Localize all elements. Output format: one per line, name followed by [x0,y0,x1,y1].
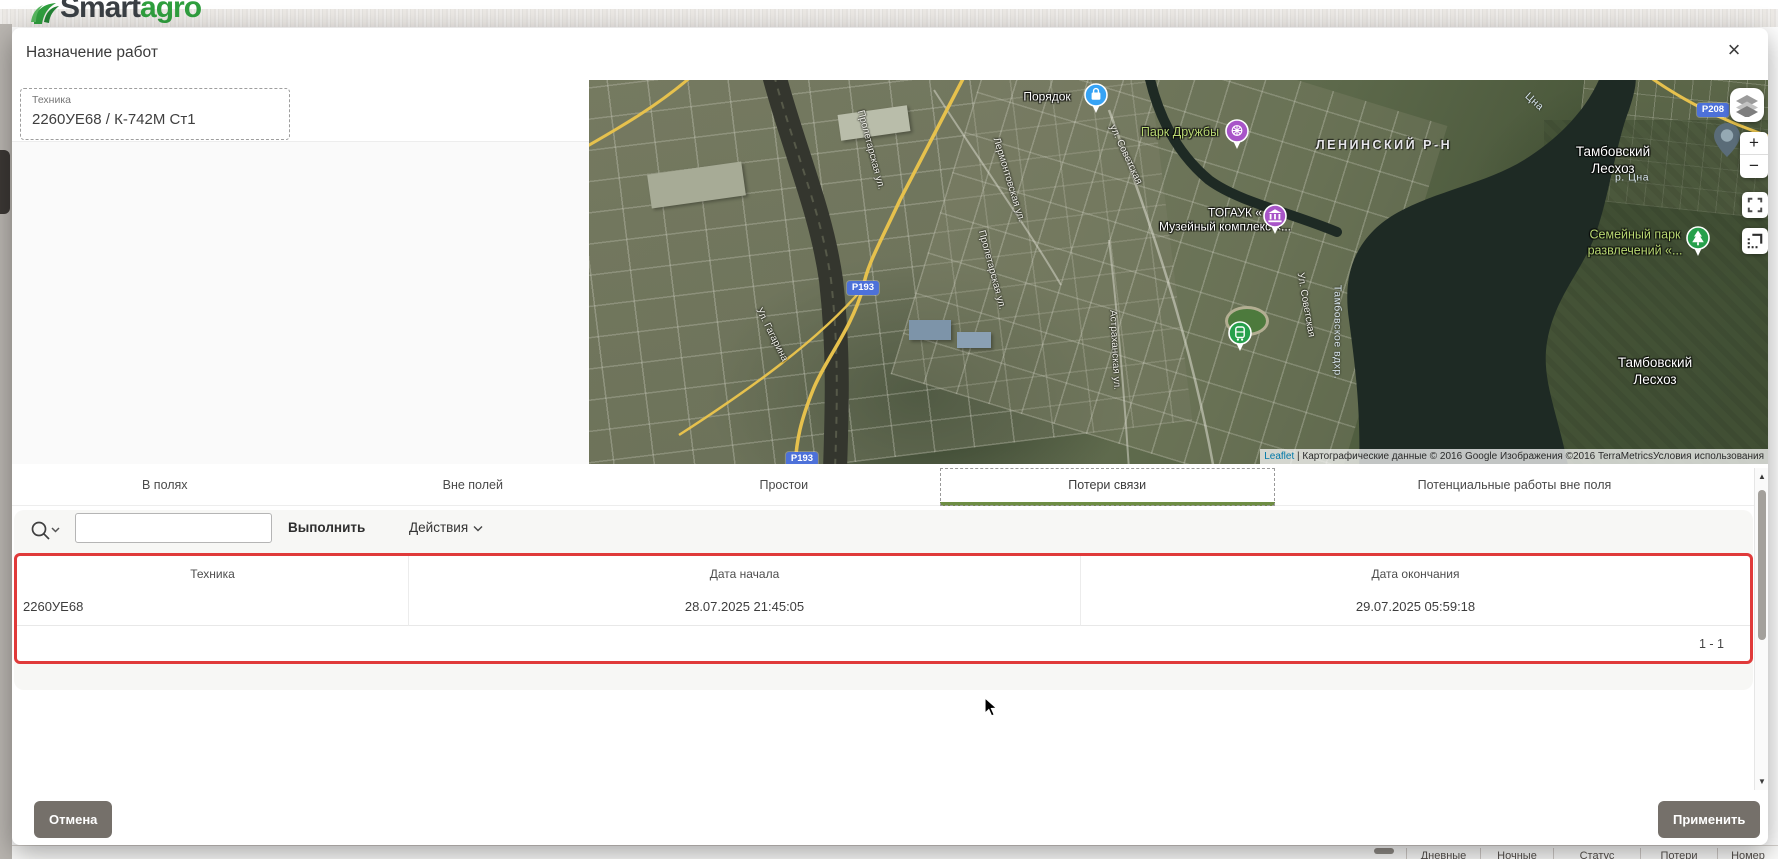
table-header-row: Техника Дата начала Дата окончания [17,556,1750,592]
background-table-header-strip: Дневные Ночные Статус Потери Номер [12,845,1778,859]
layers-icon [1736,95,1758,117]
column-header: Техника [17,556,409,592]
pagination-label: 1 - 1 [1698,637,1724,651]
logo-text-smart: Smart [60,0,141,24]
attribution-terms-link[interactable]: Условия использования [1653,451,1764,462]
equipment-field-label: Техника [32,94,72,106]
table-row[interactable]: 2260УЕ68 28.07.2025 21:45:05 29.07.2025 05… [17,592,1750,626]
map-roads-water-layer [589,80,1768,464]
fullscreen-icon [1747,197,1763,213]
scrollbar-up-arrow[interactable]: ▲ [1755,472,1768,481]
overview-icon [1747,233,1763,249]
table-cell: 2260УЕ68 [17,592,409,626]
road-badge: Р208 [1696,103,1730,117]
tab-content-panel: Выполнить Действия Техника Дата начала Дат… [14,510,1753,690]
scrollbar-thumb[interactable] [1758,490,1766,640]
close-icon[interactable]: × [1720,36,1748,64]
table-cell: 29.07.2025 05:59:18 [1081,592,1750,626]
cancel-button[interactable]: Отмена [34,801,113,838]
column-header: Дата окончания [1371,567,1460,581]
tab-в-полях[interactable]: В полях [12,468,318,506]
background-column-header: Номер [1717,848,1778,859]
connection-loss-table-region: Техника Дата начала Дата окончания 2260УЕ6… [14,553,1753,664]
background-column-header: Дневные [1406,848,1480,859]
road-badge: Р193 [846,281,880,295]
tab-потери-связи[interactable]: Потери связи [939,468,1275,506]
chevron-down-icon [473,525,483,531]
road-badge: Р193 [785,452,819,464]
table-cell: 28.07.2025 21:45:05 [409,592,1081,626]
tab-потенциальные-работы-вне-поля[interactable]: Потенциальные работы вне поля [1275,468,1754,506]
report-toolbar: Выполнить Действия [14,510,1753,553]
tram-marker-icon[interactable] [1227,320,1253,358]
map-fullscreen-button[interactable] [1742,192,1768,218]
search-icon[interactable] [28,518,68,546]
background-column-header: Ночные [1480,848,1553,859]
table-body: 2260УЕ68 28.07.2025 21:45:05 29.07.2025 05… [17,592,1750,626]
search-input[interactable] [75,513,272,543]
app-logo: Smartagro [30,0,201,28]
attribution-credits: Картографические данные © 2016 Google Из… [1302,451,1653,462]
tree-marker-icon[interactable] [1685,225,1711,263]
logo-text-agro: agro [140,0,202,24]
background-header-texture [0,9,1778,27]
museum-marker-icon[interactable] [1262,203,1288,241]
scrollbar-down-arrow[interactable]: ▼ [1755,777,1768,786]
tab-bar: В полях Вне полей Простои Потери связи Потен… [12,468,1754,506]
logo-leaf-icon [31,3,59,24]
shop-marker-icon[interactable] [1083,82,1109,120]
dialog-scrollbar[interactable]: ▲ ▼ [1754,468,1768,790]
leaflet-link[interactable]: Leaflet [1264,451,1294,462]
ferris-wheel-marker-icon[interactable] [1224,118,1250,156]
tab-простои[interactable]: Простои [628,468,940,506]
equipment-card: Техника 2260УЕ68 / К-742М Ст1 [12,80,589,142]
map-view[interactable]: Порядок Парк Дружбы ЛЕНИНСКИЙ Р-Н Тамбовски… [589,80,1768,464]
tab-вне-полей[interactable]: Вне полей [318,468,629,506]
zoom-out-button[interactable]: − [1740,155,1768,178]
equipment-field[interactable]: Техника 2260УЕ68 / К-742М Ст1 [20,88,290,140]
dialog-title: Назначение работ [26,44,158,61]
map-attribution: Leaflet | Картографические данные © 2016… [1260,449,1768,464]
background-column-header: Статус [1553,848,1640,859]
actions-label: Действия [409,520,469,535]
background-column-header: Потери [1640,848,1717,859]
map-zoom-control: + − [1740,132,1768,178]
zoom-in-button[interactable]: + [1740,132,1768,155]
execute-button[interactable]: Выполнить [288,513,365,543]
apply-button[interactable]: Применить [1658,801,1761,838]
pin-marker-icon[interactable] [1712,122,1742,163]
background-horizontal-scrollbar[interactable] [1374,848,1394,854]
work-assignment-dialog: Назначение работ × Техника 2260УЕ68 / К-… [12,28,1768,845]
column-header: Дата начала [409,556,1081,592]
background-sidebar-tab[interactable] [0,150,10,214]
equipment-panel: Техника 2260УЕ68 / К-742М Ст1 [12,80,589,464]
equipment-field-value: 2260УЕ68 / К-742М Ст1 [32,111,196,128]
map-overview-button[interactable] [1742,228,1768,254]
actions-menu-button[interactable]: Действия [409,513,483,543]
map-layers-button[interactable] [1730,88,1764,122]
